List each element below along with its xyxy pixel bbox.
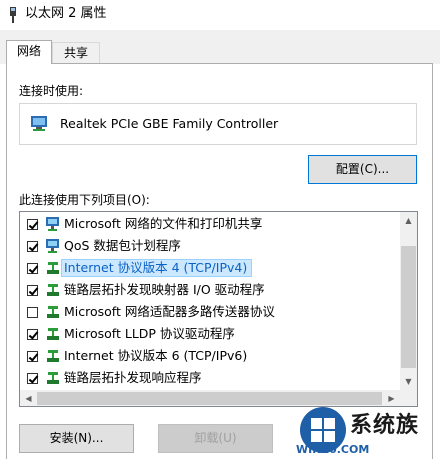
protocol-icon: [47, 284, 59, 296]
scroll-left-icon[interactable]: ◀: [20, 390, 37, 406]
item-checkbox[interactable]: [27, 351, 38, 362]
scroll-down-icon[interactable]: ▼: [400, 373, 417, 390]
tab-network[interactable]: 网络: [6, 40, 52, 64]
vertical-scroll-thumb[interactable]: [401, 246, 416, 368]
item-label: QoS 数据包计划程序: [64, 238, 181, 253]
list-item[interactable]: 链路层拓扑发现映射器 I/O 驱动程序: [20, 279, 400, 301]
network-plug-icon: [10, 7, 16, 23]
item-label: Microsoft 网络的文件和打印机共享: [64, 216, 263, 231]
protocol-icon: [47, 372, 59, 384]
item-label: Internet 协议版本 4 (TCP/IPv4): [60, 259, 253, 277]
title-bar: 以太网 2 属性: [0, 0, 440, 30]
watermark-brand: 系统族: [350, 413, 420, 438]
uninstall-button[interactable]: 卸载(U): [158, 424, 273, 453]
protocol-icon: [47, 328, 59, 340]
items-listbox[interactable]: Microsoft 网络的文件和打印机共享 QoS 数据包计划程序 Internet…: [19, 211, 418, 407]
protocol-icon: [47, 262, 59, 274]
item-checkbox[interactable]: [27, 263, 38, 274]
item-label: Internet 协议版本 6 (TCP/IPv6): [64, 348, 248, 363]
adapter-box: Realtek PCIe GBE Family Controller: [19, 103, 417, 145]
item-checkbox[interactable]: [27, 307, 38, 318]
scroll-up-icon[interactable]: ▲: [400, 212, 417, 229]
item-label: 链路层拓扑发现响应程序: [64, 370, 202, 385]
protocol-icon: [47, 350, 59, 362]
list-item[interactable]: Microsoft 网络适配器多路传送器协议: [20, 301, 400, 323]
list-item[interactable]: Microsoft 网络的文件和打印机共享: [20, 213, 400, 235]
configure-button[interactable]: 配置(C)...: [308, 155, 417, 184]
list-item[interactable]: Microsoft LLDP 协议驱动程序: [20, 323, 400, 345]
network-client-icon: [46, 239, 59, 253]
protocol-icon: [47, 306, 59, 318]
item-checkbox[interactable]: [27, 329, 38, 340]
item-checkbox[interactable]: [27, 373, 38, 384]
window-title: 以太网 2 属性: [25, 6, 107, 21]
connect-using-label: 连接时使用:: [19, 84, 84, 98]
install-button[interactable]: 安装(N)...: [19, 424, 134, 453]
items-list: Microsoft 网络的文件和打印机共享 QoS 数据包计划程序 Internet…: [20, 212, 400, 390]
list-item[interactable]: Internet 协议版本 6 (TCP/IPv6): [20, 345, 400, 367]
list-item[interactable]: QoS 数据包计划程序: [20, 235, 400, 257]
item-label: Microsoft 网络适配器多路传送器协议: [64, 304, 275, 319]
watermark-url: WIN10.COM: [296, 443, 370, 456]
items-label: 此连接使用下列项目(O):: [19, 193, 150, 207]
item-checkbox[interactable]: [27, 241, 38, 252]
list-item[interactable]: Internet 协议版本 4 (TCP/IPv4): [20, 257, 400, 279]
list-item[interactable]: 链路层拓扑发现响应程序: [20, 367, 400, 389]
item-label: Microsoft LLDP 协议驱动程序: [64, 326, 235, 341]
tab-sharing[interactable]: 共享: [52, 42, 100, 63]
item-checkbox[interactable]: [27, 219, 38, 230]
item-label: 链路层拓扑发现映射器 I/O 驱动程序: [64, 282, 265, 297]
horizontal-scroll-thumb[interactable]: [37, 392, 382, 405]
adapter-name: Realtek PCIe GBE Family Controller: [60, 116, 279, 131]
watermark: 系统族 WIN10.COM: [296, 405, 440, 459]
network-client-icon: [46, 217, 59, 231]
vertical-scrollbar[interactable]: ▲ ▼: [400, 212, 417, 390]
network-adapter-icon: [31, 116, 47, 131]
item-checkbox[interactable]: [27, 285, 38, 296]
